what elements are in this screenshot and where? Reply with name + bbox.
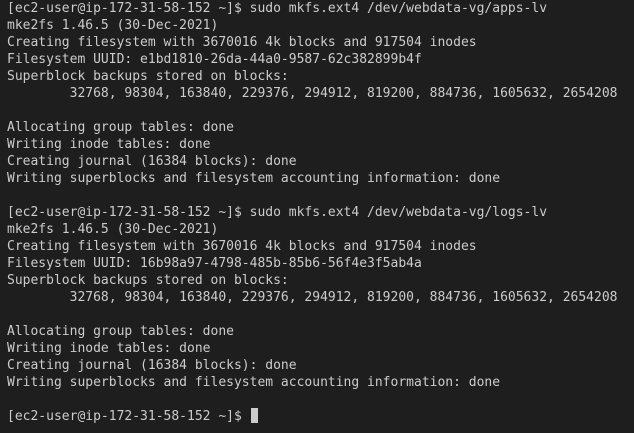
prompt-command-line: [ec2-user@ip-172-31-58-152 ~]$ sudo mkfs… <box>7 1 548 16</box>
current-prompt-text: [ec2-user@ip-172-31-58-152 ~]$ <box>7 409 250 424</box>
output-line: Allocating group tables: done <box>7 324 234 339</box>
output-line: mke2fs 1.46.5 (30-Dec-2021) <box>7 18 219 33</box>
output-line: Creating filesystem with 3670016 4k bloc… <box>7 239 477 254</box>
output-line: Writing inode tables: done <box>7 137 211 152</box>
current-prompt-line[interactable]: [ec2-user@ip-172-31-58-152 ~]$ <box>7 408 634 425</box>
output-line: Allocating group tables: done <box>7 120 234 135</box>
output-line: Creating journal (16384 blocks): done <box>7 154 297 169</box>
output-line: Creating filesystem with 3670016 4k bloc… <box>7 35 477 50</box>
prompt-command-line: [ec2-user@ip-172-31-58-152 ~]$ sudo mkfs… <box>7 205 548 220</box>
output-line: mke2fs 1.46.5 (30-Dec-2021) <box>7 222 219 237</box>
text-cursor <box>250 408 258 423</box>
output-line: Superblock backups stored on blocks: <box>7 273 289 288</box>
output-line: Writing superblocks and filesystem accou… <box>7 171 501 186</box>
output-line: Filesystem UUID: e1bd1810-26da-44a0-9587… <box>7 52 422 67</box>
terminal-window[interactable]: [ec2-user@ip-172-31-58-152 ~]$ sudo mkfs… <box>0 0 634 433</box>
output-line: 32768, 98304, 163840, 229376, 294912, 81… <box>7 86 618 101</box>
output-line: Filesystem UUID: 16b98a97-4798-485b-85b6… <box>7 256 422 271</box>
output-line: Creating journal (16384 blocks): done <box>7 358 297 373</box>
output-line: Writing inode tables: done <box>7 341 211 356</box>
output-line: Writing superblocks and filesystem accou… <box>7 375 501 390</box>
output-line: Superblock backups stored on blocks: <box>7 69 289 84</box>
output-line: 32768, 98304, 163840, 229376, 294912, 81… <box>7 290 618 305</box>
